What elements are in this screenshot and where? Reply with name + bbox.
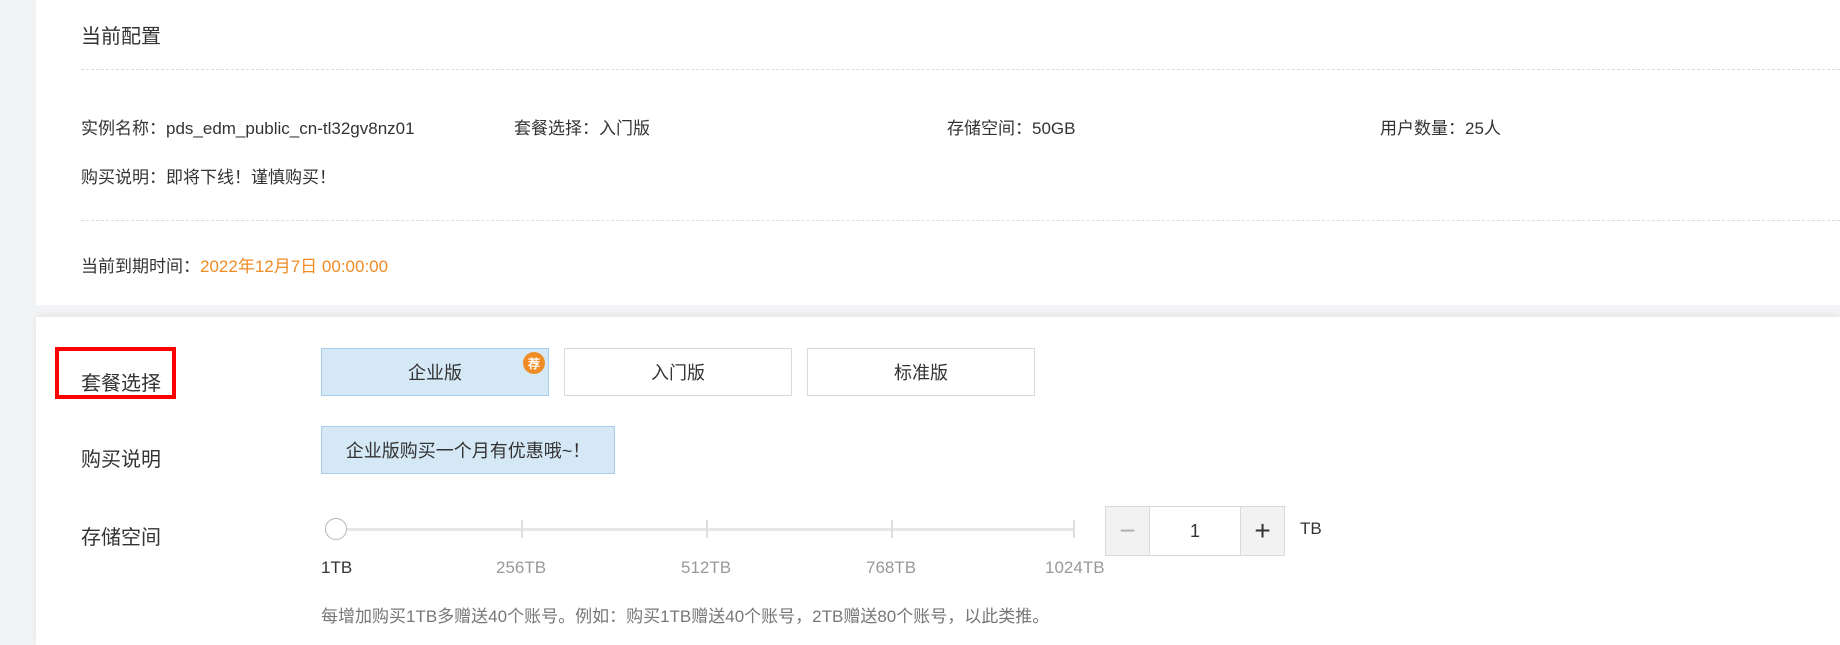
package-enterprise-label: 企业版 <box>408 363 462 383</box>
slider-tick <box>1073 520 1075 538</box>
slider-tick-label: 256TB <box>496 558 547 577</box>
slider-tick-label: 512TB <box>681 558 732 577</box>
package-standard-button[interactable]: 标准版 <box>807 348 1035 396</box>
plus-icon[interactable]: + <box>1241 507 1284 555</box>
current-purchase-note: 购买说明：即将下线！谨慎购买！ <box>81 168 336 187</box>
purchase-note: 企业版购买一个月有优惠哦~！ <box>321 426 615 474</box>
storage-unit: TB <box>1300 519 1322 538</box>
current-config-card: 当前配置 实例名称：pds_edm_public_cn-tl32gv8nz01 … <box>36 0 1840 305</box>
storage-hint: 每增加购买1TB多赠送40个账号。例如：购买1TB赠送40个账号，2TB赠送80… <box>321 607 1050 626</box>
slider-tick-label: 768TB <box>866 558 917 577</box>
slider-tick <box>891 520 893 538</box>
instance-name: 实例名称：pds_edm_public_cn-tl32gv8nz01 <box>81 119 415 138</box>
divider <box>81 220 1840 221</box>
package-starter-label: 入门版 <box>651 363 705 383</box>
storage-label: 存储空间 <box>81 527 161 549</box>
expiry-value: 2022年12月7日 00:00:00 <box>200 257 389 276</box>
current-storage: 存储空间：50GB <box>947 119 1076 138</box>
current-users: 用户数量：25人 <box>1380 119 1501 138</box>
slider-tick-label: 1024TB <box>1045 558 1105 577</box>
storage-slider-track[interactable] <box>336 528 1074 531</box>
current-config-title: 当前配置 <box>81 26 161 48</box>
divider <box>81 69 1840 70</box>
minus-icon[interactable]: − <box>1106 507 1149 555</box>
purchase-form-card: 套餐选择 企业版 荐 入门版 标准版 购买说明 企业版购买一个月有优惠哦~！ 存… <box>36 317 1840 645</box>
package-label: 套餐选择 <box>81 373 161 395</box>
storage-stepper: − 1 + <box>1105 506 1285 556</box>
slider-tick-label: 1TB <box>321 558 353 577</box>
slider-tick <box>706 520 708 538</box>
purchase-label: 购买说明 <box>81 449 161 471</box>
package-enterprise-button[interactable]: 企业版 荐 <box>321 348 549 396</box>
expiry-label: 当前到期时间： <box>81 257 200 276</box>
package-starter-button[interactable]: 入门版 <box>564 348 792 396</box>
storage-quantity-input[interactable]: 1 <box>1149 507 1241 555</box>
slider-tick <box>521 520 523 538</box>
current-package: 套餐选择：入门版 <box>514 119 650 138</box>
expiry-time: 当前到期时间：2022年12月7日 00:00:00 <box>81 252 388 277</box>
package-standard-label: 标准版 <box>894 363 948 383</box>
recommend-badge: 荐 <box>523 352 545 374</box>
storage-slider-handle[interactable] <box>325 518 347 540</box>
